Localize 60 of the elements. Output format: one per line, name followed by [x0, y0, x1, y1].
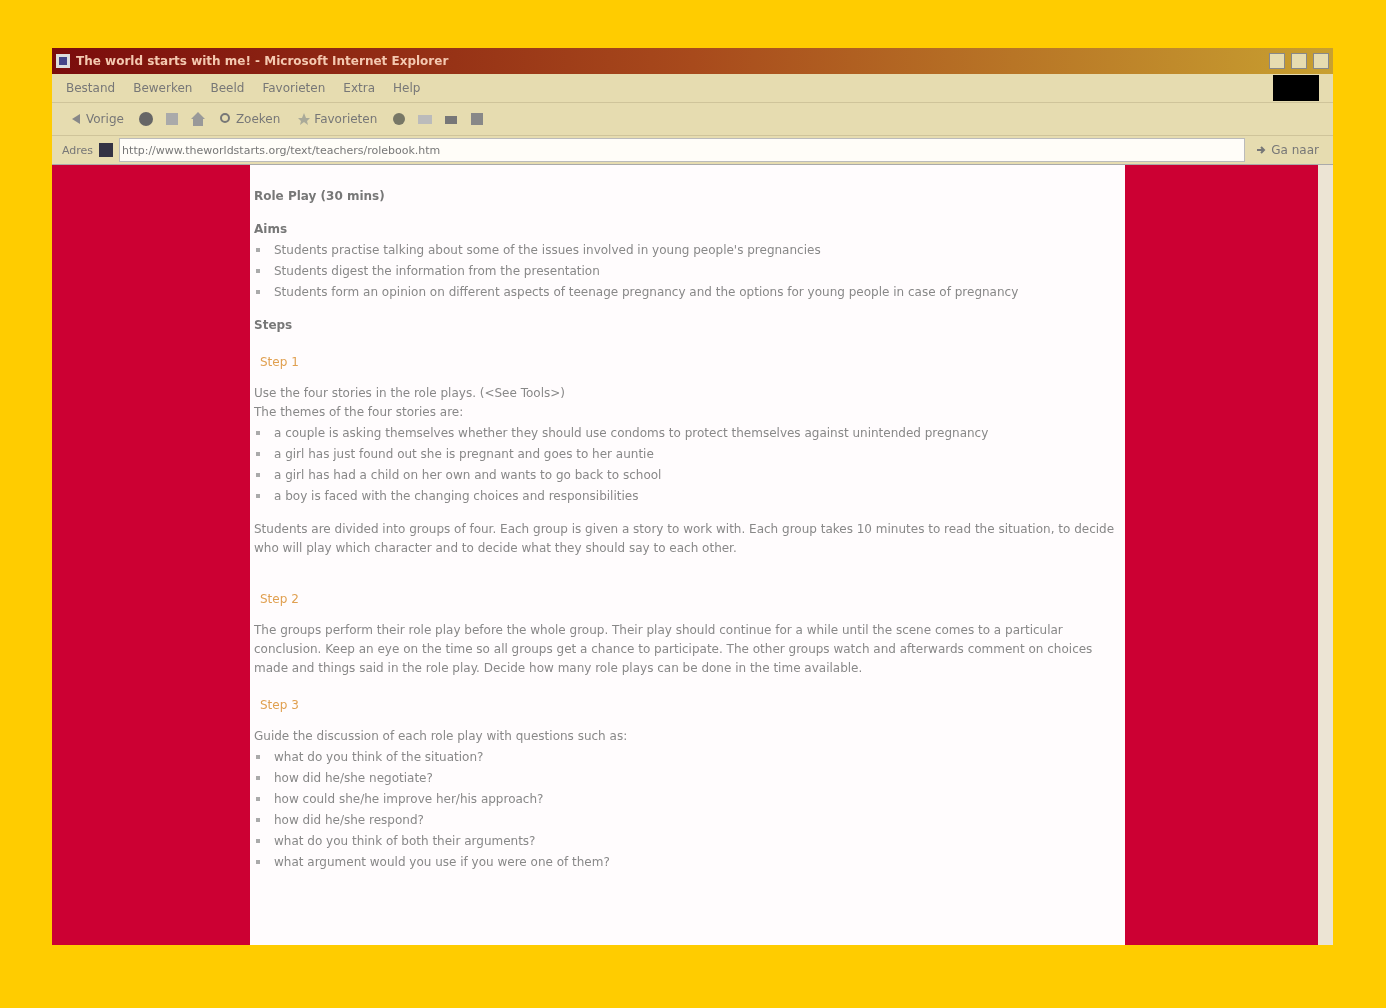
bullet-icon — [256, 860, 260, 864]
paragraph: Students are divided into groups of four. Each group is given a story to work with. Each group takes 10 minutes to read the situation, to decide who will play which character and to decide what they should say to each other. — [254, 521, 1116, 557]
list-item: a girl has just found out she is pregnant and goes to her auntie — [274, 445, 1121, 464]
maximize-button[interactable] — [1291, 53, 1307, 69]
list-item: a couple is asking themselves whether they should use condoms to protect themselves against unintended pregnancy — [274, 424, 1121, 443]
menu-item[interactable]: Favorieten — [262, 81, 326, 95]
list-item: how did he/she respond? — [274, 811, 1121, 830]
paragraph: The themes of the four stories are: — [254, 404, 465, 421]
bullet-icon — [256, 269, 260, 273]
list-item: how could she/he improve her/his approach? — [274, 790, 1121, 809]
list-item: Students form an opinion on different aspects of teenage pregnancy and the options for young people in case of pregnancy — [274, 283, 1121, 302]
bullet-icon — [256, 290, 260, 294]
list-item: Students practise talking about some of the issues involved in young people's pregnancies — [274, 241, 1121, 260]
bullet-icon — [256, 431, 260, 435]
bullet-icon — [256, 755, 260, 759]
paragraph: The groups perform their role play before the whole group. Their play should continue for a while until the scene comes to a particular conclusion. Keep an eye on the time so all groups get a chance to participate. The other groups watch and afterwards comment on choices made and things said in the role play. Decide how many role plays can be done in the time available. — [254, 622, 1094, 677]
step-label: Step 2 — [260, 591, 300, 608]
step-label: Step 1 — [260, 354, 300, 371]
list-item: Students digest the information from the presentation — [274, 262, 1121, 281]
browser-icon — [56, 54, 70, 68]
list-item: what argument would you use if you were one of them? — [274, 853, 1121, 872]
list-item: what do you think of the situation? — [274, 748, 1121, 767]
bullet-icon — [256, 452, 260, 456]
window-title: The world starts with me! - Microsoft Internet Explorer — [76, 54, 450, 68]
favorites-button[interactable]: Favorieten — [294, 112, 382, 126]
search-button[interactable]: Zoeken — [215, 112, 285, 126]
list-item: what do you think of both their arguments? — [274, 832, 1121, 851]
list-item: a girl has had a child on her own and wants to go back to school — [274, 466, 1121, 485]
paragraph: Guide the discussion of each role play with questions such as: — [254, 728, 629, 745]
star-icon — [298, 113, 311, 125]
address-label: Adres — [62, 143, 94, 157]
home-icon[interactable] — [189, 111, 206, 127]
paragraph: Use the four stories in the role plays. (<See Tools>) — [254, 385, 566, 402]
minimize-button[interactable] — [1269, 53, 1285, 69]
bullet-icon — [256, 494, 260, 498]
section-heading: Steps — [254, 317, 294, 334]
back-button[interactable]: Vorige — [66, 112, 128, 126]
menu-item[interactable]: Help — [393, 81, 421, 95]
menu-item[interactable]: Bewerken — [133, 81, 193, 95]
search-icon — [219, 113, 232, 125]
bullet-icon — [256, 248, 260, 252]
close-button[interactable] — [1313, 53, 1329, 69]
back-arrow-icon — [70, 113, 82, 125]
bullet-icon — [256, 473, 260, 477]
step-label: Step 3 — [260, 697, 300, 714]
list-item: a boy is faced with the changing choices and responsibilities — [274, 487, 1121, 506]
bullet-icon — [256, 797, 260, 801]
menu-item[interactable]: Bestand — [66, 81, 116, 95]
menu-item[interactable]: Extra — [343, 81, 375, 95]
bullet-icon — [256, 818, 260, 822]
go-button[interactable]: Ga naar — [1251, 143, 1323, 157]
address-field[interactable]: http://www.theworldstarts.org/text/teachers/rolebook.htm — [119, 138, 1246, 162]
scrollbar[interactable] — [1318, 165, 1333, 945]
page-heading: Role Play (30 mins) — [254, 188, 386, 205]
section-heading: Aims — [254, 221, 289, 238]
bullet-icon — [256, 776, 260, 780]
arrow-icon — [1255, 144, 1268, 156]
menu-item[interactable]: Beeld — [210, 81, 245, 95]
list-item: how did he/she negotiate? — [274, 769, 1121, 788]
bullet-icon — [256, 839, 260, 843]
